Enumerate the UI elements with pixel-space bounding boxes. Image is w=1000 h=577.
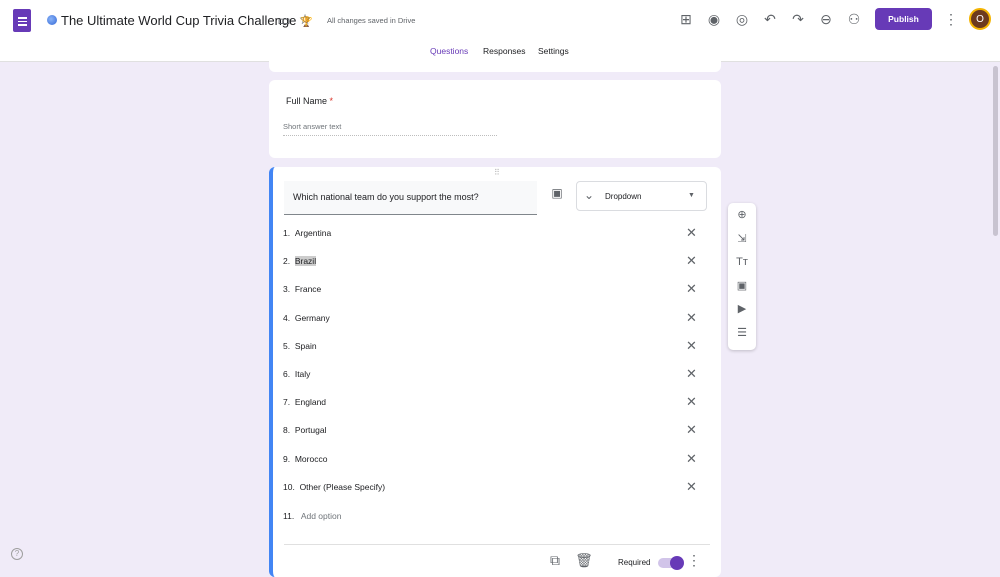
previous-card[interactable]: [269, 56, 721, 72]
option-row[interactable]: 4. Germany: [283, 313, 330, 323]
more-vert-icon[interactable]: ⋮: [685, 552, 703, 569]
top-bar: The Ultimate World Cup Trivia Challenge …: [0, 0, 1000, 62]
remove-option-icon[interactable]: ✕: [686, 366, 697, 382]
question-type-label: Dropdown: [605, 192, 642, 201]
caret-down-icon: ▼: [688, 192, 695, 199]
globe-icon: [47, 15, 57, 25]
question-card-full-name[interactable]: Full Name * Short answer text: [269, 80, 721, 158]
import-questions-icon[interactable]: ⇲: [728, 227, 756, 251]
add-question-icon[interactable]: ⊕: [728, 203, 756, 227]
more-vert-icon[interactable]: ⋮: [942, 11, 960, 28]
option-row[interactable]: 7. England: [283, 397, 326, 407]
required-toggle[interactable]: [658, 556, 684, 570]
image-icon[interactable]: ▣: [548, 186, 566, 200]
remove-option-icon[interactable]: ✕: [686, 422, 697, 438]
option-number: 3.: [283, 284, 291, 295]
option-label[interactable]: Spain: [295, 341, 317, 351]
add-option[interactable]: 11. Add option: [283, 511, 341, 521]
palette-icon[interactable]: ◉: [705, 11, 723, 28]
required-label: Required: [618, 558, 651, 567]
option-label[interactable]: Argentina: [295, 228, 331, 238]
divider: [284, 544, 710, 545]
duplicate-icon[interactable]: ⧉: [546, 552, 564, 569]
star-icon[interactable]: ☆: [296, 11, 314, 28]
option-label[interactable]: Other (Please Specify): [300, 482, 386, 492]
option-row[interactable]: 6. Italy: [283, 369, 310, 379]
avatar[interactable]: O: [969, 8, 991, 30]
tab-questions[interactable]: Questions: [430, 46, 468, 56]
option-row[interactable]: 2. Brazil: [283, 256, 317, 267]
option-row[interactable]: 9. Morocco: [283, 454, 327, 464]
option-label[interactable]: Italy: [295, 369, 311, 379]
publish-button[interactable]: Publish: [875, 8, 932, 30]
option-label[interactable]: Brazil: [294, 256, 317, 267]
option-number: 1.: [283, 228, 291, 238]
add-title-icon[interactable]: Tт: [728, 250, 756, 274]
remove-option-icon[interactable]: ✕: [686, 225, 697, 241]
tab-responses[interactable]: Responses: [483, 46, 526, 56]
remove-option-icon[interactable]: ✕: [686, 394, 697, 410]
help-icon[interactable]: ?: [11, 548, 23, 560]
option-number: 7.: [283, 397, 291, 408]
remove-option-icon[interactable]: ✕: [686, 338, 697, 354]
option-label[interactable]: England: [295, 397, 326, 407]
delete-icon[interactable]: 🗑: [575, 552, 593, 569]
short-answer-placeholder: Short answer text: [283, 122, 497, 136]
option-label[interactable]: Morocco: [295, 454, 328, 464]
option-row[interactable]: 1. Argentina: [283, 228, 331, 238]
save-status: All changes saved in Drive: [327, 16, 416, 25]
option-row[interactable]: 8. Portugal: [283, 425, 327, 435]
option-number: 6.: [283, 369, 291, 379]
option-number: 9.: [283, 453, 291, 464]
option-row[interactable]: 3. France: [283, 284, 321, 294]
floating-toolbar: ⊕ ⇲ Tт ▣ ▶ ☰: [728, 203, 756, 350]
tab-settings[interactable]: Settings: [538, 46, 569, 56]
option-number: 5.: [283, 340, 291, 351]
undo-icon[interactable]: ↶: [761, 11, 779, 28]
add-image-icon[interactable]: ▣: [728, 274, 756, 298]
remove-option-icon[interactable]: ✕: [686, 451, 697, 467]
redo-icon[interactable]: ↷: [789, 11, 807, 28]
drag-handle-icon[interactable]: ⠿: [494, 168, 500, 177]
option-label[interactable]: Germany: [295, 313, 330, 323]
add-video-icon[interactable]: ▶: [728, 297, 756, 321]
remove-option-icon[interactable]: ✕: [686, 310, 697, 326]
option-number: 10.: [283, 481, 295, 492]
question-title-input[interactable]: Which national team do you support the m…: [284, 181, 537, 215]
scrollbar[interactable]: [993, 66, 998, 236]
remove-option-icon[interactable]: ✕: [686, 253, 697, 269]
question-type-select[interactable]: ⌄ Dropdown ▼: [576, 181, 707, 211]
remove-option-icon[interactable]: ✕: [686, 281, 697, 297]
dropdown-type-icon: ⌄: [584, 188, 595, 202]
option-label[interactable]: France: [295, 284, 321, 294]
folder-icon[interactable]: ▭: [275, 12, 293, 29]
option-row[interactable]: 10. Other (Please Specify): [283, 482, 385, 492]
option-number: 8.: [283, 425, 291, 436]
question-title: Full Name *: [286, 96, 334, 106]
preview-eye-icon[interactable]: ◎: [733, 11, 751, 28]
add-section-icon[interactable]: ☰: [728, 321, 756, 345]
option-number: 2.: [283, 256, 291, 267]
option-label[interactable]: Portugal: [295, 425, 327, 435]
option-row[interactable]: 5. Spain: [283, 341, 317, 351]
add-collaborator-icon[interactable]: ⚇: [845, 11, 863, 28]
option-number: 4.: [283, 312, 291, 323]
remove-option-icon[interactable]: ✕: [686, 479, 697, 495]
forms-logo-icon[interactable]: [13, 9, 31, 32]
link-icon[interactable]: ⊖: [817, 11, 835, 28]
addon-icon[interactable]: ⊞: [677, 11, 695, 28]
